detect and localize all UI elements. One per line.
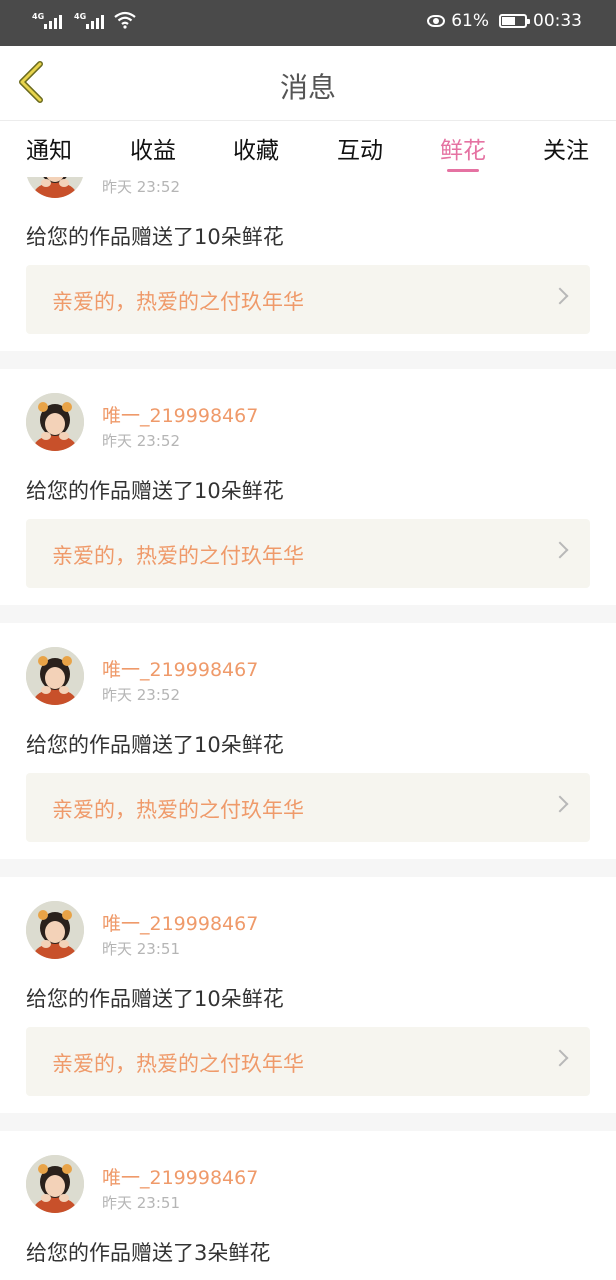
chevron-right-icon	[551, 287, 569, 305]
divider	[0, 605, 616, 623]
page-title: 消息	[279, 71, 336, 104]
list-item: 昨天 23:52 给您的作品赠送了10朵鲜花 亲爱的，热爱的之付玖年华	[0, 177, 616, 351]
tab-favorites[interactable]: 收藏	[233, 131, 279, 165]
clock: 00:33	[533, 11, 582, 31]
username[interactable]: 唯一_219998467	[102, 1163, 258, 1190]
avatar[interactable]	[26, 647, 84, 705]
work-title: 亲爱的，热爱的之付玖年华	[52, 1052, 304, 1076]
battery-percent: 61%	[451, 11, 489, 31]
tab-bar: 通知 收益 收藏 互动 鲜花 关注	[0, 121, 616, 177]
work-link[interactable]: 亲爱的，热爱的之付玖年华	[26, 1027, 590, 1096]
list-item: 唯一_219998467 昨天 23:51 给您的作品赠送了3朵鲜花	[0, 1131, 616, 1280]
app-header: 消息	[0, 46, 616, 121]
divider	[0, 1113, 616, 1131]
work-link[interactable]: 亲爱的，热爱的之付玖年华	[26, 773, 590, 842]
work-title: 亲爱的，热爱的之付玖年华	[52, 544, 304, 568]
work-link[interactable]: 亲爱的，热爱的之付玖年华	[26, 265, 590, 334]
tab-earnings[interactable]: 收益	[130, 131, 176, 165]
username[interactable]: 唯一_219998467	[102, 909, 258, 936]
chevron-right-icon	[551, 795, 569, 813]
status-right: 61% 00:33	[427, 11, 582, 31]
message-time: 昨天 23:51	[102, 1194, 180, 1212]
avatar[interactable]	[26, 1155, 84, 1213]
signal-icon: 4G	[74, 12, 104, 29]
divider	[0, 351, 616, 369]
chevron-right-icon	[551, 1049, 569, 1067]
tab-flowers[interactable]: 鲜花	[440, 131, 486, 165]
work-title: 亲爱的，热爱的之付玖年华	[52, 290, 304, 314]
avatar[interactable]	[26, 901, 84, 959]
wifi-icon	[114, 11, 136, 29]
tab-following[interactable]: 关注	[543, 131, 589, 165]
message-text: 给您的作品赠送了10朵鲜花	[26, 987, 284, 1011]
signal-indicators: 4G 4G	[32, 11, 136, 29]
message-time: 昨天 23:52	[102, 432, 180, 450]
message-list[interactable]: 昨天 23:52 给您的作品赠送了10朵鲜花 亲爱的，热爱的之付玖年华 唯一_2…	[0, 177, 616, 1280]
message-time: 昨天 23:52	[102, 686, 180, 704]
network-type-label: 4G	[32, 12, 45, 21]
list-item: 唯一_219998467 昨天 23:52 给您的作品赠送了10朵鲜花 亲爱的，…	[0, 369, 616, 605]
eye-icon	[427, 15, 446, 27]
username[interactable]: 唯一_219998467	[102, 401, 258, 428]
tab-notifications[interactable]: 通知	[26, 131, 72, 165]
work-link[interactable]: 亲爱的，热爱的之付玖年华	[26, 519, 590, 588]
message-text: 给您的作品赠送了10朵鲜花	[26, 479, 284, 503]
username[interactable]: 唯一_219998467	[102, 655, 258, 682]
message-text: 给您的作品赠送了10朵鲜花	[26, 733, 284, 757]
battery-icon	[499, 14, 530, 28]
active-tab-indicator	[447, 169, 479, 172]
avatar[interactable]	[26, 393, 84, 451]
message-text: 给您的作品赠送了3朵鲜花	[26, 1241, 271, 1265]
status-bar: 4G 4G 61% 00:33	[0, 0, 616, 46]
message-time: 昨天 23:51	[102, 940, 180, 958]
signal-icon: 4G	[32, 12, 62, 29]
message-text: 给您的作品赠送了10朵鲜花	[26, 225, 284, 249]
list-item: 唯一_219998467 昨天 23:52 给您的作品赠送了10朵鲜花 亲爱的，…	[0, 623, 616, 859]
divider	[0, 859, 616, 877]
list-item: 唯一_219998467 昨天 23:51 给您的作品赠送了10朵鲜花 亲爱的，…	[0, 877, 616, 1113]
message-time: 昨天 23:52	[102, 178, 180, 196]
chevron-right-icon	[551, 541, 569, 559]
avatar[interactable]	[26, 177, 84, 198]
work-title: 亲爱的，热爱的之付玖年华	[52, 798, 304, 822]
tab-interactions[interactable]: 互动	[337, 131, 383, 165]
network-type-label: 4G	[74, 12, 87, 21]
